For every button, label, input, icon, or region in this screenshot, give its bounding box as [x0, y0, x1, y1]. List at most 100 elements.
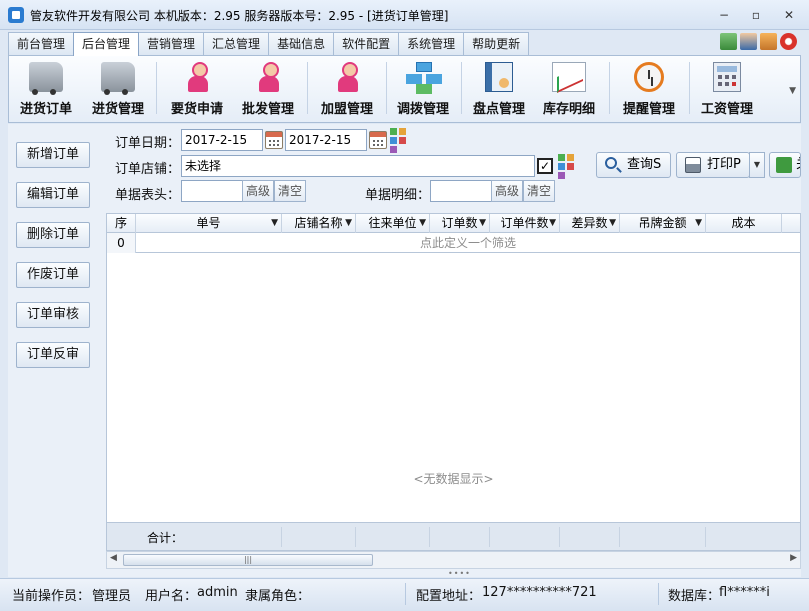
ribbon-request[interactable]: 要货申请	[164, 58, 230, 120]
detail-advanced-button[interactable]: 高级	[491, 180, 523, 202]
print-button[interactable]: 打印P	[676, 152, 750, 178]
doc-detail-input[interactable]	[430, 180, 492, 202]
splitter-grip[interactable]: ••••	[448, 569, 471, 578]
graph-icon	[552, 62, 586, 92]
col-order-no[interactable]: 单号▼	[136, 214, 282, 233]
multi-select-icon[interactable]	[558, 154, 582, 178]
status-divider	[658, 583, 659, 605]
filter-arrow-icon[interactable]: ▼	[345, 214, 352, 232]
approve-order-button[interactable]: 订单审核	[16, 302, 90, 328]
query-label: 查询S	[627, 157, 661, 172]
col-cost[interactable]: 成本	[706, 214, 782, 233]
ribbon-label: 库存明细	[536, 98, 602, 117]
restore-button[interactable]: ▫	[745, 8, 767, 24]
filter-row-hint[interactable]: 点此定义一个筛选	[136, 233, 800, 253]
summary-label: 合计：	[147, 529, 183, 546]
export-button[interactable]: 关	[769, 152, 801, 178]
query-button[interactable]: 查询S	[596, 152, 671, 178]
ribbon-transfer[interactable]: 调拨管理	[390, 58, 456, 120]
close-button[interactable]: ✕	[778, 8, 800, 24]
power-icon[interactable]	[780, 33, 797, 50]
summary-divider	[281, 527, 282, 547]
header-advanced-button[interactable]: 高级	[242, 180, 274, 202]
filter-arrow-icon[interactable]: ▼	[695, 214, 702, 232]
tab-summary[interactable]: 汇总管理	[203, 32, 269, 55]
tab-software-config[interactable]: 软件配置	[333, 32, 399, 55]
print-dropdown-button[interactable]: ▼	[749, 152, 765, 178]
header-clear-button[interactable]: 清空	[274, 180, 306, 202]
ribbon-divider	[609, 62, 610, 114]
truck-icon	[29, 62, 63, 92]
horizontal-scrollbar[interactable]: ◀ ||| ▶	[106, 551, 801, 569]
ribbon-wholesale[interactable]: 批发管理	[235, 58, 301, 120]
tab-basic-info[interactable]: 基础信息	[268, 32, 334, 55]
person-icon[interactable]	[740, 33, 757, 50]
calculator-icon	[713, 62, 741, 92]
ribbon-stock-detail[interactable]: 库存明细	[536, 58, 602, 120]
filter-arrow-icon[interactable]: ▼	[549, 214, 556, 232]
book-icon	[485, 62, 513, 92]
title-bar: 管友软件开发有限公司 本机版本：2.95 服务器版本号：2.95 - [进货订单…	[0, 0, 809, 30]
grid-header: 序 单号▼ 店铺名称▼ 往来单位▼ 订单数▼ 订单件数▼ 差异数▼ 吊牌金额▼ …	[107, 214, 800, 233]
ribbon-purchase-order[interactable]: 进货订单	[13, 58, 79, 120]
ribbon-inventory-check[interactable]: 盘点管理	[466, 58, 532, 120]
col-index[interactable]: 序	[107, 214, 136, 233]
tab-help-update[interactable]: 帮助更新	[463, 32, 529, 55]
database-value: fl******i	[719, 585, 770, 600]
ribbon-label: 要货申请	[164, 98, 230, 117]
date-from-input[interactable]: 2017-2-15	[181, 129, 263, 151]
ribbon-salary[interactable]: 工资管理	[694, 58, 760, 120]
summary-divider	[705, 527, 706, 547]
multi-select-icon[interactable]	[390, 128, 414, 152]
lock-icon[interactable]	[760, 33, 777, 50]
filter-arrow-icon[interactable]: ▼	[609, 214, 616, 232]
users-icon[interactable]	[720, 33, 737, 50]
flow-icon	[406, 62, 440, 92]
ribbon-more-icon[interactable]: ▼	[789, 86, 796, 96]
ribbon-divider	[307, 62, 308, 114]
store-select-input[interactable]: 未选择	[181, 155, 535, 177]
calendar-icon[interactable]	[369, 131, 387, 149]
col-order-count[interactable]: 订单数▼	[430, 214, 490, 233]
col-order-pieces[interactable]: 订单件数▼	[490, 214, 560, 233]
filter-arrow-icon[interactable]: ▼	[419, 214, 426, 232]
col-difference[interactable]: 差异数▼	[560, 214, 620, 233]
doc-detail-label: 单据明细：	[365, 184, 430, 203]
scroll-left-icon[interactable]: ◀	[110, 553, 117, 563]
ribbon-franchise[interactable]: 加盟管理	[314, 58, 380, 120]
filter-row-number: 0	[107, 233, 136, 253]
doc-header-input[interactable]	[181, 180, 243, 202]
edit-order-button[interactable]: 编辑订单	[16, 182, 90, 208]
tab-front-desk[interactable]: 前台管理	[8, 32, 74, 55]
tab-system[interactable]: 系统管理	[398, 32, 464, 55]
ribbon-label: 加盟管理	[314, 98, 380, 117]
date-to-input[interactable]: 2017-2-15	[285, 129, 367, 151]
add-order-button[interactable]: 新增订单	[16, 142, 90, 168]
checkbox-icon[interactable]: ✓	[537, 158, 553, 174]
ribbon-label: 盘点管理	[466, 98, 532, 117]
delete-order-button[interactable]: 删除订单	[16, 222, 90, 248]
filter-arrow-icon[interactable]: ▼	[271, 214, 278, 232]
filter-arrow-icon[interactable]: ▼	[479, 214, 486, 232]
export-icon	[776, 157, 792, 173]
detail-clear-button[interactable]: 清空	[523, 180, 555, 202]
col-store-name[interactable]: 店铺名称▼	[282, 214, 356, 233]
tab-back-office[interactable]: 后台管理	[73, 32, 139, 56]
ribbon-purchase-manage[interactable]: 进货管理	[85, 58, 151, 120]
scroll-thumb[interactable]: |||	[123, 554, 373, 566]
minimize-button[interactable]: −	[713, 8, 735, 24]
username-label: 用户名：	[145, 585, 197, 604]
order-date-label: 订单日期：	[115, 132, 180, 151]
col-partner[interactable]: 往来单位▼	[356, 214, 430, 233]
truck-icon	[101, 62, 135, 92]
unapprove-order-button[interactable]: 订单反审	[16, 342, 90, 368]
ribbon-label: 进货管理	[85, 98, 151, 117]
ribbon-reminder[interactable]: 提醒管理	[616, 58, 682, 120]
void-order-button[interactable]: 作废订单	[16, 262, 90, 288]
tab-marketing[interactable]: 营销管理	[138, 32, 204, 55]
person-icon	[335, 62, 359, 92]
calendar-icon[interactable]	[265, 131, 283, 149]
col-tag-amount[interactable]: 吊牌金额▼	[620, 214, 706, 233]
grid-filter-row[interactable]: 0 点此定义一个筛选	[107, 233, 800, 253]
scroll-right-icon[interactable]: ▶	[790, 553, 797, 563]
